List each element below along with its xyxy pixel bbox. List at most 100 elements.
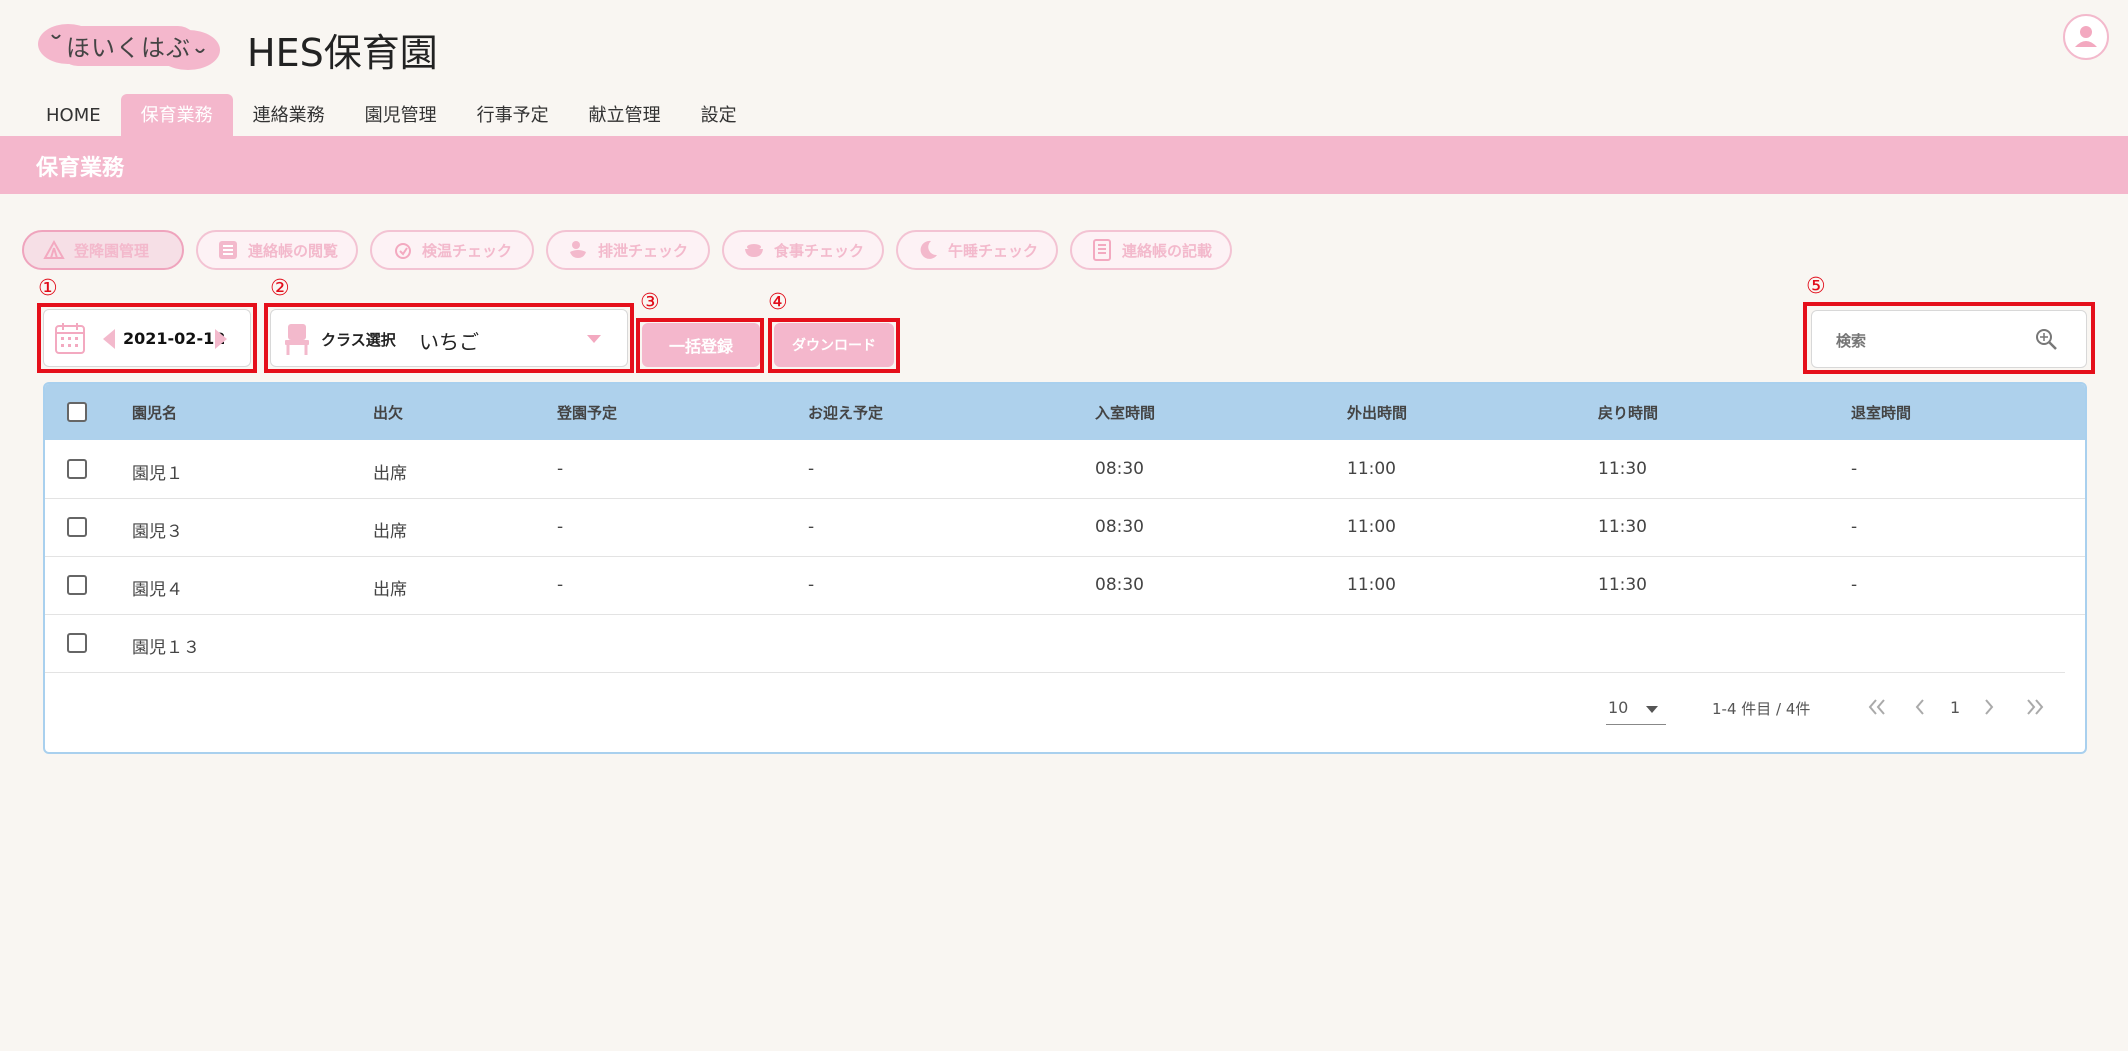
func-label: 食事チェック [774,241,865,260]
prev-page-icon[interactable] [1913,698,1927,716]
func-gosui-check[interactable]: 午睡チェック [896,230,1058,270]
cell-arrival-plan: - [557,517,564,537]
func-kenon-check[interactable]: 検温チェック [370,230,534,270]
table-row[interactable]: 園児１ 出席 - - 08:30 11:00 11:30 - [45,440,2085,499]
column-header: 出欠 [373,404,404,422]
attendance-table: 園児名 出欠 登園予定 お迎え予定 入室時間 外出時間 戻り時間 退室時間 園児… [43,382,2087,754]
select-all-checkbox[interactable] [67,402,87,422]
func-shokuji-check[interactable]: 食事チェック [722,230,884,270]
annotation-marker-5: ⑤ [1806,274,1826,299]
last-page-icon[interactable] [2025,698,2045,716]
cell-attendance: 出席 [373,464,407,484]
func-label: 午睡チェック [948,241,1039,260]
cell-checkout-time: - [1851,575,1858,595]
rows-per-page-value: 10 [1608,698,1629,717]
nav-home[interactable]: HOME [26,94,121,136]
calendar-icon[interactable] [54,321,86,355]
table-row[interactable]: 園児３ 出席 - - 08:30 11:00 11:30 - [45,498,2085,557]
cell-arrival-plan: - [557,459,564,479]
table-row[interactable]: 園児４ 出席 - - 08:30 11:00 11:30 - [45,556,2085,615]
pagination-range: 1-4 件目 / 4件 [1712,700,1811,718]
cell-name: 園児４ [132,580,183,600]
column-header: 戻り時間 [1598,404,1659,422]
next-page-icon[interactable] [1982,698,1996,716]
row-checkbox[interactable] [67,633,87,653]
search-icon[interactable] [2034,327,2058,351]
cell-return-time: 11:30 [1598,575,1647,595]
cell-checkin-time: 08:30 [1095,575,1144,595]
func-label: 連絡帳の閲覧 [248,241,339,260]
nav-renraku-gyomu[interactable]: 連絡業務 [233,94,345,136]
date-value: 2021-02-12 [123,329,226,348]
main-nav: HOME 保育業務 連絡業務 園児管理 行事予定 献立管理 設定 [26,94,757,136]
func-tokoen-kanri[interactable]: 登降園管理 [22,230,184,270]
logo-text: ほいくはぶ [66,34,191,62]
function-menu: 登降園管理 連絡帳の閲覧 検温チェック 排泄チェック 食事チェック 午睡チェック… [22,230,1232,270]
cell-checkin-time: 08:30 [1095,517,1144,537]
cell-arrival-plan: - [557,575,564,595]
cell-checkout-time: - [1851,459,1858,479]
cell-return-time: 11:30 [1598,517,1647,537]
date-picker: 2021-02-12 [43,309,251,367]
func-haisetsu-check[interactable]: 排泄チェック [546,230,710,270]
notebook-icon [1093,239,1111,261]
annotation-marker-3: ③ [640,290,660,315]
table-row[interactable]: 園児１３ [45,614,2065,673]
bowl-icon [745,244,763,257]
tent-icon [43,239,65,259]
list-icon [219,241,237,259]
search-box [1811,310,2087,368]
cell-attendance: 出席 [373,522,407,542]
section-banner: 保育業務 [0,136,2128,194]
func-renrakucho-write[interactable]: 連絡帳の記載 [1070,230,1232,270]
annotation-marker-1: ① [38,276,58,301]
section-title: 保育業務 [36,156,125,181]
column-header: 園児名 [132,404,178,422]
class-select-label: クラス選択 [321,331,396,349]
row-checkbox[interactable] [67,459,87,479]
class-select-value: いちご [419,330,479,354]
current-page: 1 [1950,698,1961,717]
next-date-icon[interactable] [214,328,228,350]
nav-hoiku-gyomu[interactable]: 保育業務 [120,94,233,136]
cell-name: 園児３ [132,522,183,542]
row-checkbox[interactable] [67,575,87,595]
nav-kondate-kanri[interactable]: 献立管理 [569,94,681,136]
chevron-down-icon [587,335,601,343]
nav-gyoji-yotei[interactable]: 行事予定 [457,94,569,136]
cell-checkout-time: - [1851,517,1858,537]
cell-out-time: 11:00 [1347,517,1396,537]
func-label: 検温チェック [422,241,513,260]
duck-icon [570,241,586,258]
cell-pickup-plan: - [808,575,815,595]
func-label: 連絡帳の記載 [1122,241,1213,260]
bulk-register-button[interactable]: 一括登録 [642,323,760,367]
cell-out-time: 11:00 [1347,575,1396,595]
cell-pickup-plan: - [808,517,815,537]
annotation-marker-2: ② [270,276,290,301]
column-header: 入室時間 [1095,404,1156,422]
cell-name: 園児１３ [132,638,200,658]
user-icon [2075,26,2097,47]
download-button[interactable]: ダウンロード [774,323,894,367]
nav-enji-kanri[interactable]: 園児管理 [345,94,457,136]
column-header: 外出時間 [1347,404,1408,422]
user-account-button[interactable] [2063,14,2109,60]
first-page-icon[interactable] [1867,698,1887,716]
thermometer-icon [395,243,411,259]
func-renrakucho-view[interactable]: 連絡帳の閲覧 [196,230,358,270]
table-header: 園児名 出欠 登園予定 お迎え予定 入室時間 外出時間 戻り時間 退室時間 [45,384,2085,440]
nav-settings[interactable]: 設定 [681,94,757,136]
row-checkbox[interactable] [67,517,87,537]
app-logo: ほいくはぶ [38,22,220,70]
prev-date-icon[interactable] [102,328,116,350]
page-title: HES保育園 [247,31,438,75]
cell-attendance: 出席 [373,580,407,600]
func-label: 排泄チェック [598,241,689,260]
rows-per-page-select[interactable]: 10 [1606,696,1666,725]
cell-pickup-plan: - [808,459,815,479]
search-input[interactable] [1834,325,2038,357]
annotation-marker-4: ④ [768,290,788,315]
class-select[interactable]: クラス選択 いちご [270,309,628,367]
chair-icon [285,324,309,355]
